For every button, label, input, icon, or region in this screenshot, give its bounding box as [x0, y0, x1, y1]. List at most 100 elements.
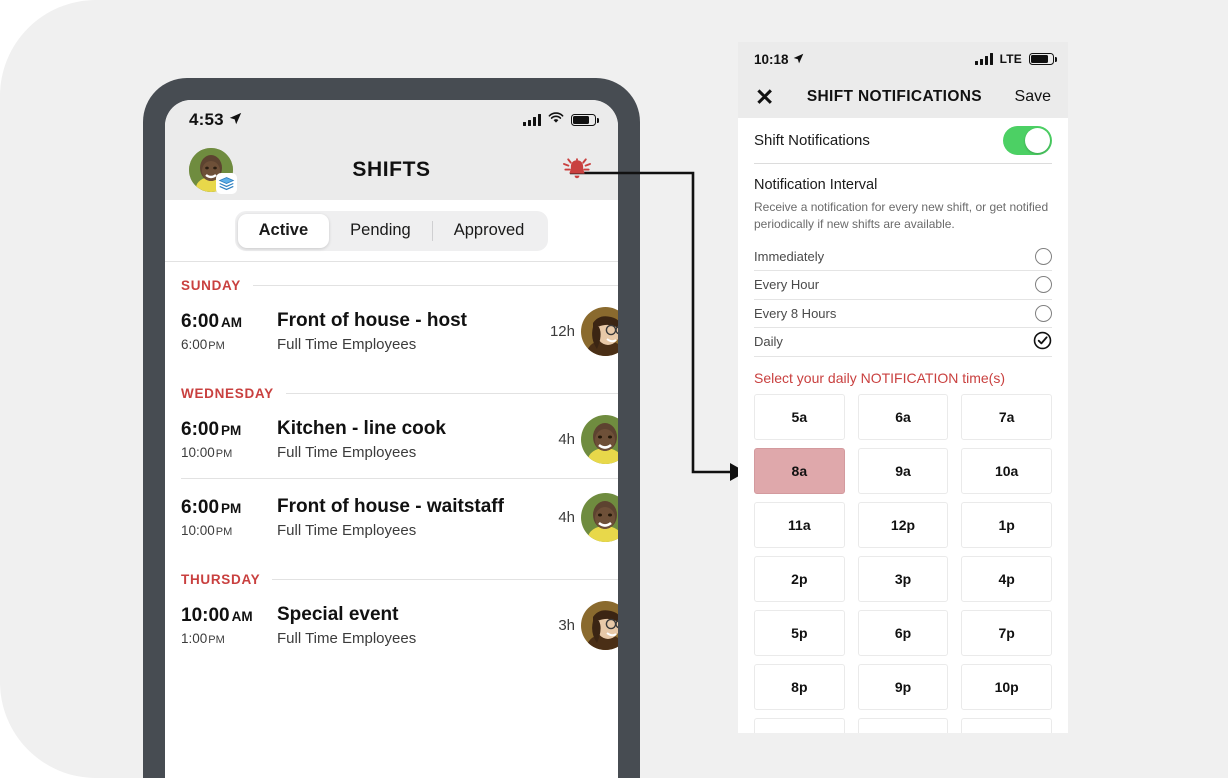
shift-group: Full Time Employees — [277, 630, 417, 647]
shift-row[interactable]: 10:00 AM 1:00PM Special event Full Time E… — [165, 587, 618, 664]
time-cell-8p[interactable]: 8p — [754, 663, 845, 710]
shift-title: Front of house - waitstaff — [277, 496, 504, 517]
day-label: WEDNESDAY — [181, 386, 274, 401]
shift-start-time: 10:00 AM — [181, 605, 277, 627]
panel-status-indicators: LTE — [974, 52, 1057, 66]
shift-title: Kitchen - line cook — [277, 418, 446, 439]
shift-time-block: 6:00 AM 6:00PM — [181, 311, 277, 352]
location-arrow-icon — [793, 52, 804, 67]
shift-row[interactable]: 6:00 AM 6:00PM Front of house - host Full… — [165, 293, 618, 370]
panel-title: SHIFT NOTIFICATIONS — [806, 88, 982, 105]
time-cell-6a[interactable]: 6a — [857, 393, 949, 440]
shift-group: Full Time Employees — [277, 522, 417, 539]
notification-interval-description: Receive a notification for every new shi… — [754, 200, 1049, 231]
time-cell-12p[interactable]: 12p — [857, 501, 949, 548]
shift-end-value: 10:00 — [181, 445, 215, 460]
time-cell-7a[interactable]: 7a — [961, 393, 1052, 440]
tab-active[interactable]: Active — [237, 213, 330, 248]
shift-end-meridiem: PM — [208, 634, 225, 646]
shift-assignee-avatar — [581, 493, 618, 542]
radio-unselected-icon[interactable] — [1035, 304, 1052, 322]
time-cell-overflow[interactable] — [754, 717, 845, 733]
interval-option-immediately[interactable]: Immediately — [754, 243, 1052, 272]
radio-unselected-icon[interactable] — [1035, 247, 1052, 265]
option-label: Every Hour — [754, 277, 820, 293]
shift-start-meridiem: PM — [221, 423, 242, 438]
shift-end-time: 10:00PM — [181, 445, 277, 460]
location-arrow-icon — [229, 110, 242, 130]
arrow-connector — [570, 171, 746, 481]
shift-end-value: 1:00 — [181, 631, 208, 646]
day-header-sunday: SUNDAY — [165, 262, 618, 293]
shift-notifications-label: Shift Notifications — [754, 132, 870, 149]
time-cell-overflow[interactable] — [961, 717, 1052, 733]
shift-start-value: 6:00 — [181, 419, 220, 440]
time-cell-8a[interactable]: 8a — [754, 447, 845, 494]
shift-notifications-toggle[interactable] — [1003, 126, 1052, 155]
nav-bar: SHIFTS — [165, 140, 618, 200]
time-cell-3p[interactable]: 3p — [857, 555, 949, 602]
time-cell-10p[interactable]: 10p — [961, 663, 1052, 710]
shift-duration: 4h — [558, 509, 575, 526]
notification-time-grid: 5a 6a 7a 8a 9a 10a 11a 12p 1p 2p 3p 4p 5… — [754, 393, 1052, 733]
time-cell-2p[interactable]: 2p — [754, 555, 845, 602]
tab-pending[interactable]: Pending — [329, 214, 432, 248]
panel-status-time: 10:18 — [754, 51, 789, 67]
shift-time-block: 10:00 AM 1:00PM — [181, 605, 277, 646]
close-icon[interactable]: ✕ — [755, 85, 774, 109]
shift-row[interactable]: 6:00 PM 10:00PM Kitchen - line cook Full … — [165, 401, 618, 478]
shift-end-time: 6:00PM — [181, 337, 277, 352]
shift-start-meridiem: PM — [221, 501, 242, 516]
shift-end-value: 6:00 — [181, 337, 208, 352]
toggle-knob — [1025, 128, 1050, 153]
shift-end-meridiem: PM — [208, 340, 225, 352]
shift-duration: 3h — [558, 617, 575, 634]
signal-bars-icon — [974, 53, 993, 65]
save-button[interactable]: Save — [1015, 88, 1051, 106]
time-cell-9a[interactable]: 9a — [857, 447, 949, 494]
option-label: Every 8 Hours — [754, 305, 837, 321]
time-cell-11a[interactable]: 11a — [754, 501, 845, 548]
shift-notifications-row[interactable]: Shift Notifications — [754, 118, 1052, 164]
tab-approved[interactable]: Approved — [433, 214, 546, 248]
time-cell-9p[interactable]: 9p — [857, 663, 949, 710]
shift-start-value: 6:00 — [181, 497, 220, 518]
shift-title: Front of house - host — [277, 310, 467, 331]
time-cell-6p[interactable]: 6p — [857, 609, 949, 656]
interval-option-every-8-hours[interactable]: Every 8 Hours — [754, 300, 1052, 329]
time-cell-5a[interactable]: 5a — [754, 393, 845, 440]
shift-start-time: 6:00 AM — [181, 311, 277, 333]
signal-bars-icon — [523, 114, 541, 126]
time-cell-7p[interactable]: 7p — [961, 609, 1052, 656]
shift-assignee-avatar — [581, 601, 618, 650]
time-cell-1p[interactable]: 1p — [961, 501, 1052, 548]
day-label: SUNDAY — [181, 278, 241, 293]
avatar[interactable] — [189, 148, 237, 194]
network-label: LTE — [999, 52, 1022, 66]
option-label: Daily — [754, 334, 783, 350]
status-bar-time-group: 4:53 — [189, 110, 242, 130]
status-bar-time: 4:53 — [189, 110, 224, 129]
shift-start-time: 6:00 PM — [181, 419, 277, 441]
radio-checked-icon[interactable] — [1033, 331, 1052, 353]
interval-option-every-hour[interactable]: Every Hour — [754, 271, 1052, 300]
time-cell-overflow[interactable] — [857, 717, 949, 733]
time-cell-4p[interactable]: 4p — [961, 555, 1052, 602]
shift-time-block: 6:00 PM 10:00PM — [181, 419, 277, 460]
shift-details: Front of house - host Full Time Employee… — [277, 310, 550, 353]
shift-end-time: 1:00PM — [181, 631, 277, 646]
notification-bell-icon[interactable] — [560, 155, 594, 185]
shift-start-time: 6:00 PM — [181, 497, 277, 519]
shift-row[interactable]: 6:00 PM 10:00PM Front of house - waitstaf… — [165, 479, 618, 556]
interval-option-daily[interactable]: Daily — [754, 328, 1052, 357]
day-header-thursday: THURSDAY — [165, 556, 618, 587]
wifi-icon — [548, 111, 564, 129]
time-cell-10a[interactable]: 10a — [961, 447, 1052, 494]
shift-details: Kitchen - line cook Full Time Employees — [277, 418, 558, 461]
shift-details: Front of house - waitstaff Full Time Emp… — [277, 496, 558, 539]
radio-unselected-icon[interactable] — [1035, 276, 1052, 294]
time-cell-5p[interactable]: 5p — [754, 609, 845, 656]
shift-group: Full Time Employees — [277, 444, 417, 461]
shift-title: Special event — [277, 604, 399, 625]
phone-screen: 4:53 SHIFTS Active Pending Approved SUND… — [165, 100, 618, 778]
